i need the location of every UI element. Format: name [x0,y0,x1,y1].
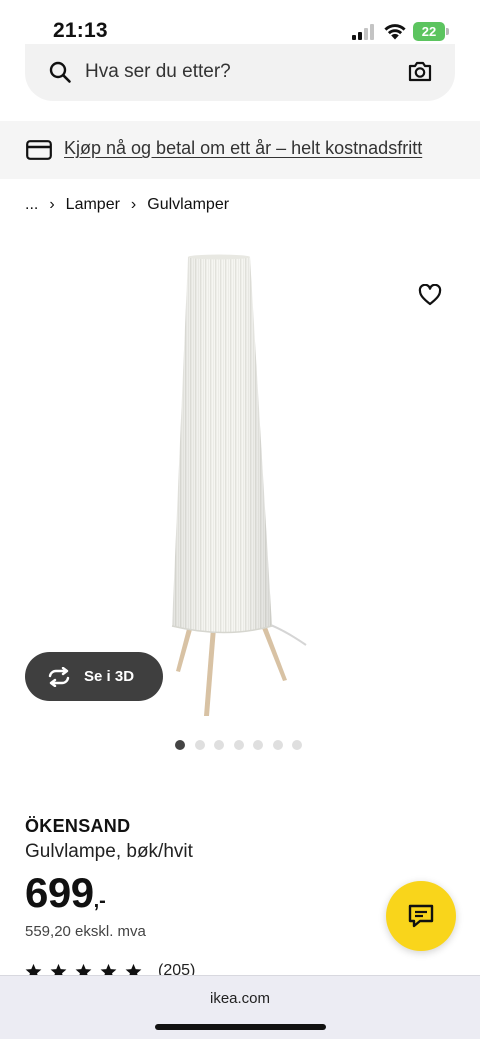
financing-link[interactable]: Kjøp nå og betal om ett år – helt kostna… [64,138,422,159]
chevron-right-icon: › [130,196,137,213]
wifi-icon [384,24,406,40]
camera-icon[interactable] [407,59,433,83]
product-description: Gulvlampe, bøk/hvit [25,841,193,862]
breadcrumb-item-lamper[interactable]: Lamper [66,196,120,214]
card-icon [26,140,52,160]
browser-url[interactable]: ikea.com [0,990,480,1007]
search-bar[interactable]: Hva ser du etter? [25,44,455,101]
price-suffix: ,- [93,890,106,912]
status-time: 21:13 [53,19,108,42]
breadcrumb-item-gulvlamper[interactable]: Gulvlamper [147,196,229,214]
search-icon [49,61,71,83]
carousel-dot[interactable] [214,740,224,750]
home-indicator[interactable] [155,1024,326,1030]
chat-icon [408,904,434,928]
search-input[interactable]: Hva ser du etter? [85,61,231,83]
carousel-dots [175,740,312,750]
signal-icon [352,24,374,40]
breadcrumb: ... › Lamper › Gulvlamper [25,196,229,214]
financing-banner[interactable]: Kjøp nå og betal om ett år – helt kostna… [0,121,480,179]
chat-button[interactable] [386,881,456,951]
chevron-right-icon: › [49,196,55,213]
carousel-dot[interactable] [233,740,244,750]
price-excl-vat: 559,20 ekskl. mva [25,923,146,940]
carousel-dot[interactable] [253,740,263,750]
view-3d-label: Se i 3D [84,668,135,685]
breadcrumb-ellipsis[interactable]: ... [25,196,38,214]
carousel-dot[interactable] [175,740,185,750]
view-3d-button[interactable]: Se i 3D [25,652,163,701]
carousel-dot[interactable] [292,740,302,750]
battery-level: 22 [421,24,437,39]
product-price: 699 ,- [25,868,106,918]
carousel-dot[interactable] [194,740,205,750]
browser-bar: ikea.com [0,975,480,1039]
heart-icon[interactable] [418,284,442,306]
battery-indicator: 22 [413,22,449,41]
rotate-icon [48,666,70,687]
price-value: 699 [25,869,94,916]
product-name: ÖKENSAND [25,816,131,836]
carousel-dot[interactable] [272,740,283,750]
